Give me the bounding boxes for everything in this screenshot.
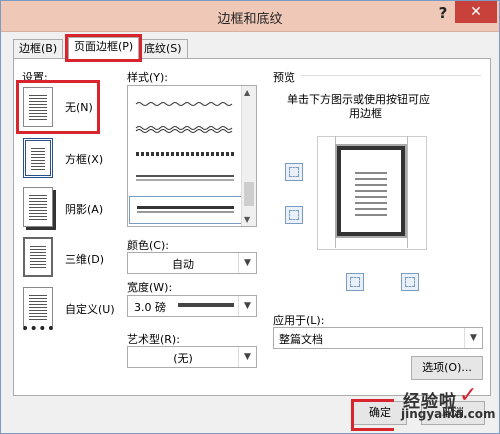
width-value: 3.0 磅 xyxy=(134,301,166,314)
style-list[interactable]: ▲ ▼ xyxy=(127,85,257,227)
style-list-scrollbar[interactable]: ▲ ▼ xyxy=(241,86,256,226)
close-button[interactable]: ✕ xyxy=(455,1,497,23)
setting-none-icon[interactable] xyxy=(23,87,53,127)
scroll-thumb[interactable] xyxy=(244,182,254,206)
chevron-down-icon: ▼ xyxy=(238,347,256,367)
setting-shadow-icon[interactable] xyxy=(23,187,53,227)
width-dropdown[interactable]: 3.0 磅 ▼ xyxy=(127,295,257,317)
width-sample-line xyxy=(178,303,234,307)
title-bar: 边框和底纹 ? ✕ xyxy=(1,1,499,32)
style-label: 样式(Y): xyxy=(127,71,169,84)
tab-page-border[interactable]: 页面边框(P) xyxy=(64,34,143,62)
bottom-border-button[interactable] xyxy=(285,206,303,224)
preview-separator xyxy=(301,75,481,76)
preview-border xyxy=(337,146,405,236)
setting-none-label[interactable]: 无(N) xyxy=(65,99,93,115)
setting-custom-icon[interactable] xyxy=(23,287,53,330)
width-label: 宽度(W): xyxy=(127,281,173,294)
checkmark-icon: ✓ xyxy=(459,383,478,408)
art-dropdown[interactable]: (无) ▼ xyxy=(127,346,257,368)
watermark-url: jingyanla.com xyxy=(401,407,496,421)
color-dropdown[interactable]: 自动 ▼ xyxy=(127,252,257,274)
setting-3d-label[interactable]: 三维(D) xyxy=(65,251,104,267)
art-value: (无) xyxy=(173,352,193,365)
left-border-button[interactable] xyxy=(346,273,364,291)
setting-box-label[interactable]: 方框(X) xyxy=(65,151,103,167)
top-border-button[interactable] xyxy=(285,163,303,181)
scroll-up-icon[interactable]: ▲ xyxy=(244,88,250,97)
chevron-down-icon: ▼ xyxy=(238,296,256,316)
chevron-down-icon: ▼ xyxy=(238,253,256,273)
preview-hint-2: 用边框 xyxy=(349,107,382,120)
ok-highlight xyxy=(351,399,394,431)
borders-and-shading-dialog: 边框和底纹 ? ✕ 边框(B) 页面边框(P) 底纹(S) 设置: 无(N) 方… xyxy=(0,0,500,434)
options-button[interactable]: 选项(O)... xyxy=(411,356,483,380)
apply-to-value: 整篇文档 xyxy=(279,333,323,346)
setting-custom-label[interactable]: 自定义(U) xyxy=(65,301,115,317)
tab-shading[interactable]: 底纹(S) xyxy=(138,39,188,58)
color-value: 自动 xyxy=(172,258,194,271)
apply-to-label: 应用于(L): xyxy=(273,314,325,327)
selected-style-row[interactable] xyxy=(129,196,242,224)
dialog-title: 边框和底纹 xyxy=(217,12,283,27)
setting-shadow-label[interactable]: 阴影(A) xyxy=(65,201,103,217)
right-border-button[interactable] xyxy=(401,273,419,291)
apply-to-dropdown[interactable]: 整篇文档 ▼ xyxy=(273,327,483,349)
art-label: 艺术型(R): xyxy=(127,333,180,346)
help-button[interactable]: ? xyxy=(431,4,455,26)
tab-borders[interactable]: 边框(B) xyxy=(13,39,64,58)
setting-3d-icon[interactable] xyxy=(23,237,53,277)
setting-box-icon[interactable] xyxy=(23,138,53,178)
chevron-down-icon: ▼ xyxy=(464,328,482,348)
preview-page[interactable] xyxy=(317,136,427,250)
preview-heading: 预览 xyxy=(273,71,295,84)
color-label: 颜色(C): xyxy=(127,239,169,252)
scroll-down-icon[interactable]: ▼ xyxy=(244,215,250,224)
